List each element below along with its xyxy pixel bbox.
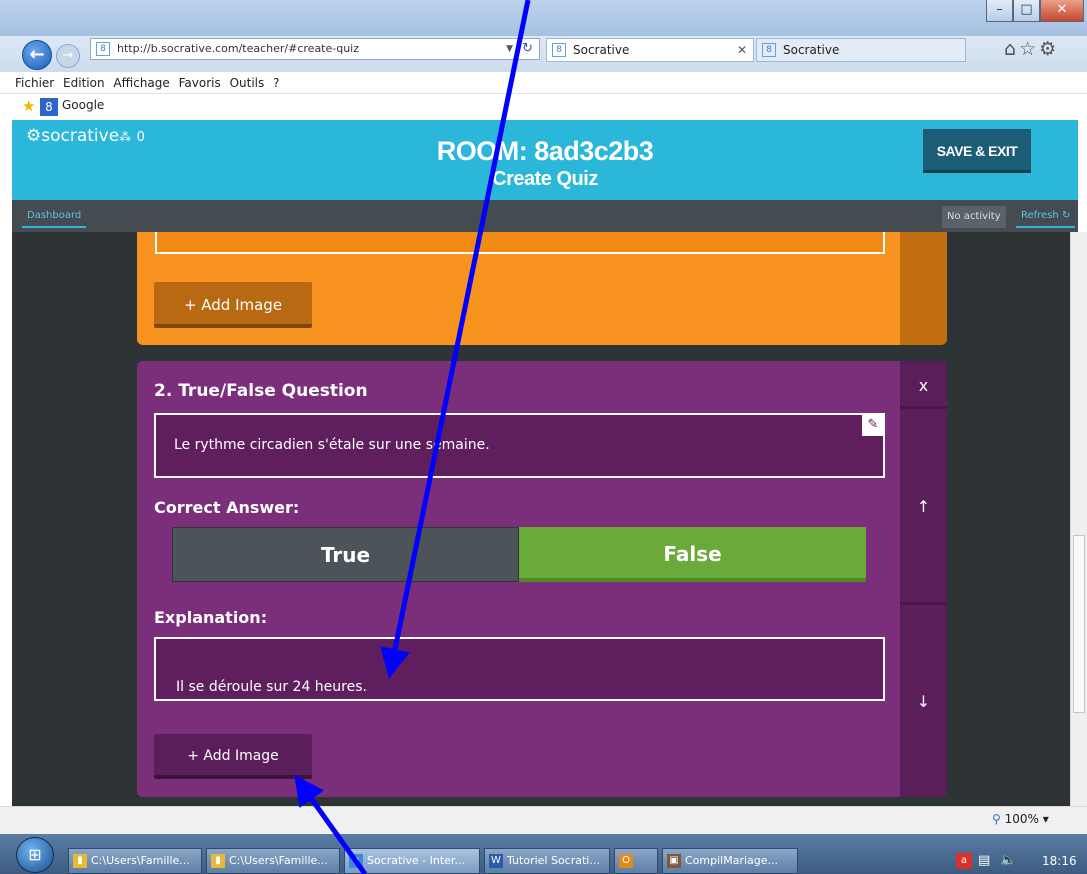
annotation-arrow-explanation xyxy=(380,0,531,679)
annotation-arrows xyxy=(294,0,531,874)
annotation-arrow-add-image xyxy=(294,774,368,874)
browser-window: – □ ✕ ← → 8 http://b.socrative.com/teach… xyxy=(0,0,1087,874)
